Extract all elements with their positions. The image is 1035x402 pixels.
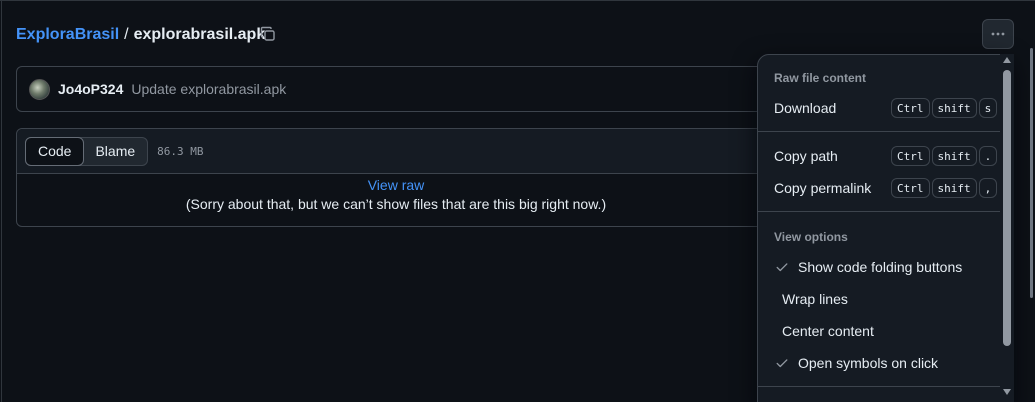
commit-message[interactable]: Update explorabrasil.apk: [131, 81, 286, 97]
tab-blame[interactable]: Blame: [83, 138, 147, 165]
page-scrollbar-thumb[interactable]: [1030, 48, 1033, 298]
top-border: [0, 0, 1035, 1]
menu-item-download-label: Download: [774, 100, 837, 116]
avatar[interactable]: [29, 78, 50, 100]
kbd-ctrl: Ctrl: [891, 98, 930, 118]
breadcrumb-repo-link[interactable]: ExploraBrasil: [16, 26, 119, 44]
menu-item-copy-permalink-label: Copy permalink: [774, 180, 872, 196]
kbd-s: s: [978, 98, 998, 118]
download-shortcut: Ctrl shift s: [891, 98, 998, 118]
menu-item-open-symbols-label: Open symbols on click: [798, 355, 939, 371]
menu-item-center-content-label: Center content: [782, 323, 874, 339]
menu-group-raw-title: Raw file content: [774, 71, 867, 85]
kbd-comma: ,: [978, 178, 998, 198]
copy-permalink-shortcut: Ctrl shift ,: [891, 178, 998, 198]
menu-item-copy-path[interactable]: Copy path: [774, 146, 838, 166]
kbd-ctrl: Ctrl: [891, 178, 930, 198]
file-body: View raw (Sorry about that, but we can’t…: [17, 174, 775, 213]
breadcrumb: ExploraBrasil / explorabrasil.apk: [16, 24, 265, 46]
menu-item-download[interactable]: Download: [774, 98, 836, 118]
left-border: [1, 0, 2, 402]
code-blame-toggle: Code Blame: [25, 136, 149, 166]
menu-divider: [758, 211, 1011, 212]
kbd-shift: shift: [931, 98, 977, 118]
menu-group-view-title: View options: [774, 230, 848, 244]
check-icon: [776, 263, 788, 272]
scroll-up-arrow[interactable]: [1003, 57, 1011, 63]
copy-path-button[interactable]: [258, 24, 278, 44]
tab-code[interactable]: Code: [25, 136, 85, 166]
latest-commit-box: Jo4oP324 Update explorabrasil.apk: [16, 66, 776, 112]
kbd-shift: shift: [931, 178, 977, 198]
file-too-big-notice: (Sorry about that, but we can’t show fil…: [185, 196, 607, 212]
file-viewer: Code Blame 86.3 MB View raw (Sorry about…: [16, 128, 776, 227]
menu-divider: [758, 131, 1011, 132]
menu-item-wrap-lines[interactable]: Wrap lines: [782, 289, 848, 309]
view-raw-link[interactable]: View raw: [17, 178, 775, 193]
kbd-period: .: [978, 146, 998, 166]
breadcrumb-file-name: explorabrasil.apk: [133, 26, 266, 43]
file-header: Code Blame 86.3 MB: [17, 129, 775, 174]
more-options-button[interactable]: [982, 19, 1014, 49]
more-options-menu: Raw file content Download Ctrl shift s C…: [757, 54, 1012, 402]
scroll-down-arrow[interactable]: [1003, 389, 1011, 395]
copy-path-shortcut: Ctrl shift .: [891, 146, 998, 166]
menu-item-center-content[interactable]: Center content: [782, 321, 874, 341]
menu-item-wrap-lines-label: Wrap lines: [782, 291, 848, 307]
file-size: 86.3 MB: [157, 144, 204, 158]
menu-item-copy-permalink[interactable]: Copy permalink: [774, 178, 871, 198]
menu-item-show-code-folding-label: Show code folding buttons: [798, 259, 963, 275]
kbd-ctrl: Ctrl: [891, 146, 930, 166]
check-icon: [776, 359, 788, 368]
commit-author[interactable]: Jo4oP324: [58, 81, 123, 97]
menu-item-open-symbols[interactable]: Open symbols on click: [798, 353, 938, 373]
copy-icon: [260, 26, 275, 41]
breadcrumb-separator: /: [124, 26, 129, 43]
kbd-shift: shift: [931, 146, 977, 166]
menu-item-copy-path-label: Copy path: [774, 148, 838, 164]
menu-item-show-code-folding[interactable]: Show code folding buttons: [798, 257, 962, 277]
kebab-horizontal-icon: [991, 32, 1005, 36]
menu-divider: [758, 386, 1011, 387]
menu-scrollbar-thumb[interactable]: [1003, 70, 1011, 346]
